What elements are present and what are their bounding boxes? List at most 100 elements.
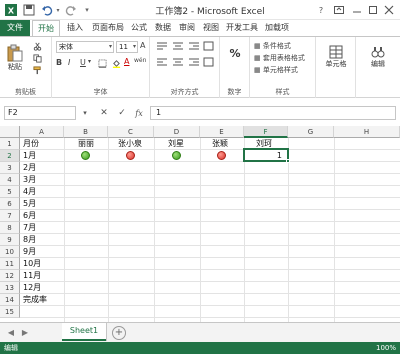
fill-handle[interactable] — [286, 159, 290, 163]
format-as-table-button[interactable]: ▦ 套用表格格式 — [254, 53, 305, 63]
undo-dropdown-icon[interactable]: ▾ — [54, 3, 62, 17]
column-header-a[interactable]: A — [20, 126, 64, 138]
format-painter-button[interactable] — [30, 65, 44, 75]
tab-formulas[interactable]: 公式 — [128, 20, 150, 36]
cell-d1[interactable]: 刘星 — [168, 138, 184, 150]
row-header[interactable]: 12 — [0, 270, 20, 282]
column-header-b[interactable]: B — [64, 126, 108, 138]
copy-button[interactable] — [30, 53, 44, 63]
name-box-dropdown-icon[interactable]: ▾ — [77, 106, 93, 120]
grid-line — [288, 138, 289, 322]
cells-button[interactable]: 单元格 — [322, 41, 350, 73]
row-header[interactable]: 15 — [0, 306, 20, 318]
row-header[interactable]: 3 — [0, 162, 20, 174]
conditional-formatting-button[interactable]: ▦ 条件格式 — [254, 41, 291, 51]
tab-developer[interactable]: 开发工具 — [224, 20, 260, 36]
font-color-button[interactable]: A — [124, 57, 129, 66]
tab-view[interactable]: 视图 — [200, 20, 222, 36]
column-header-h[interactable]: H — [334, 126, 400, 138]
next-sheet-icon[interactable]: ▶ — [20, 327, 30, 339]
cell-a11[interactable]: 10月 — [23, 258, 41, 270]
tab-insert[interactable]: 插入 — [62, 20, 88, 36]
cell-a6[interactable]: 5月 — [23, 198, 36, 210]
cell-a12[interactable]: 11月 — [23, 270, 41, 282]
bold-button[interactable]: B — [56, 58, 62, 67]
previous-sheet-icon[interactable]: ◀ — [6, 327, 16, 339]
row-header[interactable]: 9 — [0, 234, 20, 246]
name-box[interactable]: F2 — [4, 106, 76, 120]
grid-line — [20, 245, 400, 246]
tab-home[interactable]: 开始 — [32, 20, 60, 36]
number-format-button[interactable]: % — [224, 41, 246, 65]
cancel-icon[interactable]: ✕ — [96, 106, 112, 120]
sheet-tab[interactable]: Sheet1 — [62, 323, 106, 341]
row-header[interactable]: 8 — [0, 222, 20, 234]
cell-a1[interactable]: 月份 — [23, 138, 39, 150]
tab-addins[interactable]: 加载项 — [262, 20, 292, 36]
redo-icon[interactable] — [64, 3, 78, 17]
insert-function-button[interactable]: fx — [131, 106, 147, 120]
cell-a2[interactable]: 1月 — [23, 150, 36, 162]
row-header[interactable]: 5 — [0, 186, 20, 198]
zoom-level[interactable]: 100% — [376, 342, 396, 354]
row-header[interactable]: 1 — [0, 138, 20, 150]
font-name-combo[interactable]: 宋体 ▾ — [56, 41, 114, 53]
row-header[interactable]: 6 — [0, 198, 20, 210]
undo-icon[interactable] — [40, 3, 54, 17]
row-header[interactable]: 10 — [0, 246, 20, 258]
underline-button[interactable]: U — [80, 58, 86, 67]
font-size-combo[interactable]: 11 ▾ — [116, 41, 138, 53]
cell-a13[interactable]: 12月 — [23, 282, 41, 294]
cut-button[interactable] — [30, 41, 44, 51]
paste-button[interactable]: 粘贴 — [4, 41, 26, 75]
cell-styles-button[interactable]: ▦ 单元格样式 — [254, 65, 298, 75]
spreadsheet-grid[interactable]: A B C D E F G H 1 2 3 4 5 6 7 8 9 10 11 … — [0, 126, 400, 322]
help-button[interactable]: ? — [312, 2, 330, 18]
formula-input[interactable]: 1 — [150, 106, 396, 120]
cell-a14[interactable]: 完成率 — [23, 294, 47, 306]
row-header[interactable]: 14 — [0, 294, 20, 306]
ribbon-display-icon[interactable] — [330, 2, 348, 18]
cell-b1[interactable]: 丽丽 — [78, 138, 94, 150]
column-header-c[interactable]: C — [108, 126, 154, 138]
select-all-corner[interactable] — [0, 126, 20, 138]
cell-a5[interactable]: 4月 — [23, 186, 36, 198]
row-header[interactable]: 2 — [0, 150, 20, 162]
active-cell-selection[interactable] — [243, 148, 289, 162]
phonetic-button[interactable]: wén — [134, 57, 146, 64]
cell-a7[interactable]: 6月 — [23, 210, 36, 222]
fill-color-button[interactable] — [110, 58, 122, 68]
styles-group-label: 样式 — [275, 88, 290, 96]
tab-review[interactable]: 审阅 — [176, 20, 198, 36]
customize-quick-access-icon[interactable]: ▾ — [80, 3, 94, 17]
add-sheet-icon[interactable]: + — [112, 326, 126, 340]
underline-dropdown-icon[interactable]: ▾ — [88, 58, 91, 65]
alignment-icons[interactable] — [155, 41, 215, 71]
editing-button[interactable]: 编辑 — [364, 41, 392, 73]
cell-a4[interactable]: 3月 — [23, 174, 36, 186]
row-header[interactable]: 11 — [0, 258, 20, 270]
grow-font-button[interactable]: A — [140, 41, 145, 50]
column-header-f[interactable]: F — [244, 126, 288, 138]
close-button[interactable] — [380, 2, 398, 18]
save-icon[interactable] — [22, 3, 36, 17]
cell-a3[interactable]: 2月 — [23, 162, 36, 174]
tab-page-layout[interactable]: 页面布局 — [88, 20, 128, 36]
cell-e1[interactable]: 张颖 — [212, 138, 228, 150]
enter-icon[interactable]: ✓ — [114, 106, 130, 120]
column-header-g[interactable]: G — [288, 126, 334, 138]
borders-button[interactable] — [96, 58, 108, 68]
cell-a10[interactable]: 9月 — [23, 246, 36, 258]
column-header-d[interactable]: D — [154, 126, 200, 138]
column-header-e[interactable]: E — [200, 126, 244, 138]
row-header[interactable]: 4 — [0, 174, 20, 186]
row-header[interactable]: 7 — [0, 210, 20, 222]
cell-c1[interactable]: 张小泉 — [118, 138, 142, 150]
cell-a9[interactable]: 8月 — [23, 234, 36, 246]
grid-line — [20, 173, 400, 174]
cell-a8[interactable]: 7月 — [23, 222, 36, 234]
tab-data[interactable]: 数据 — [152, 20, 174, 36]
tab-file[interactable]: 文件 — [0, 20, 30, 36]
row-header[interactable]: 13 — [0, 282, 20, 294]
italic-button[interactable]: I — [68, 58, 70, 67]
